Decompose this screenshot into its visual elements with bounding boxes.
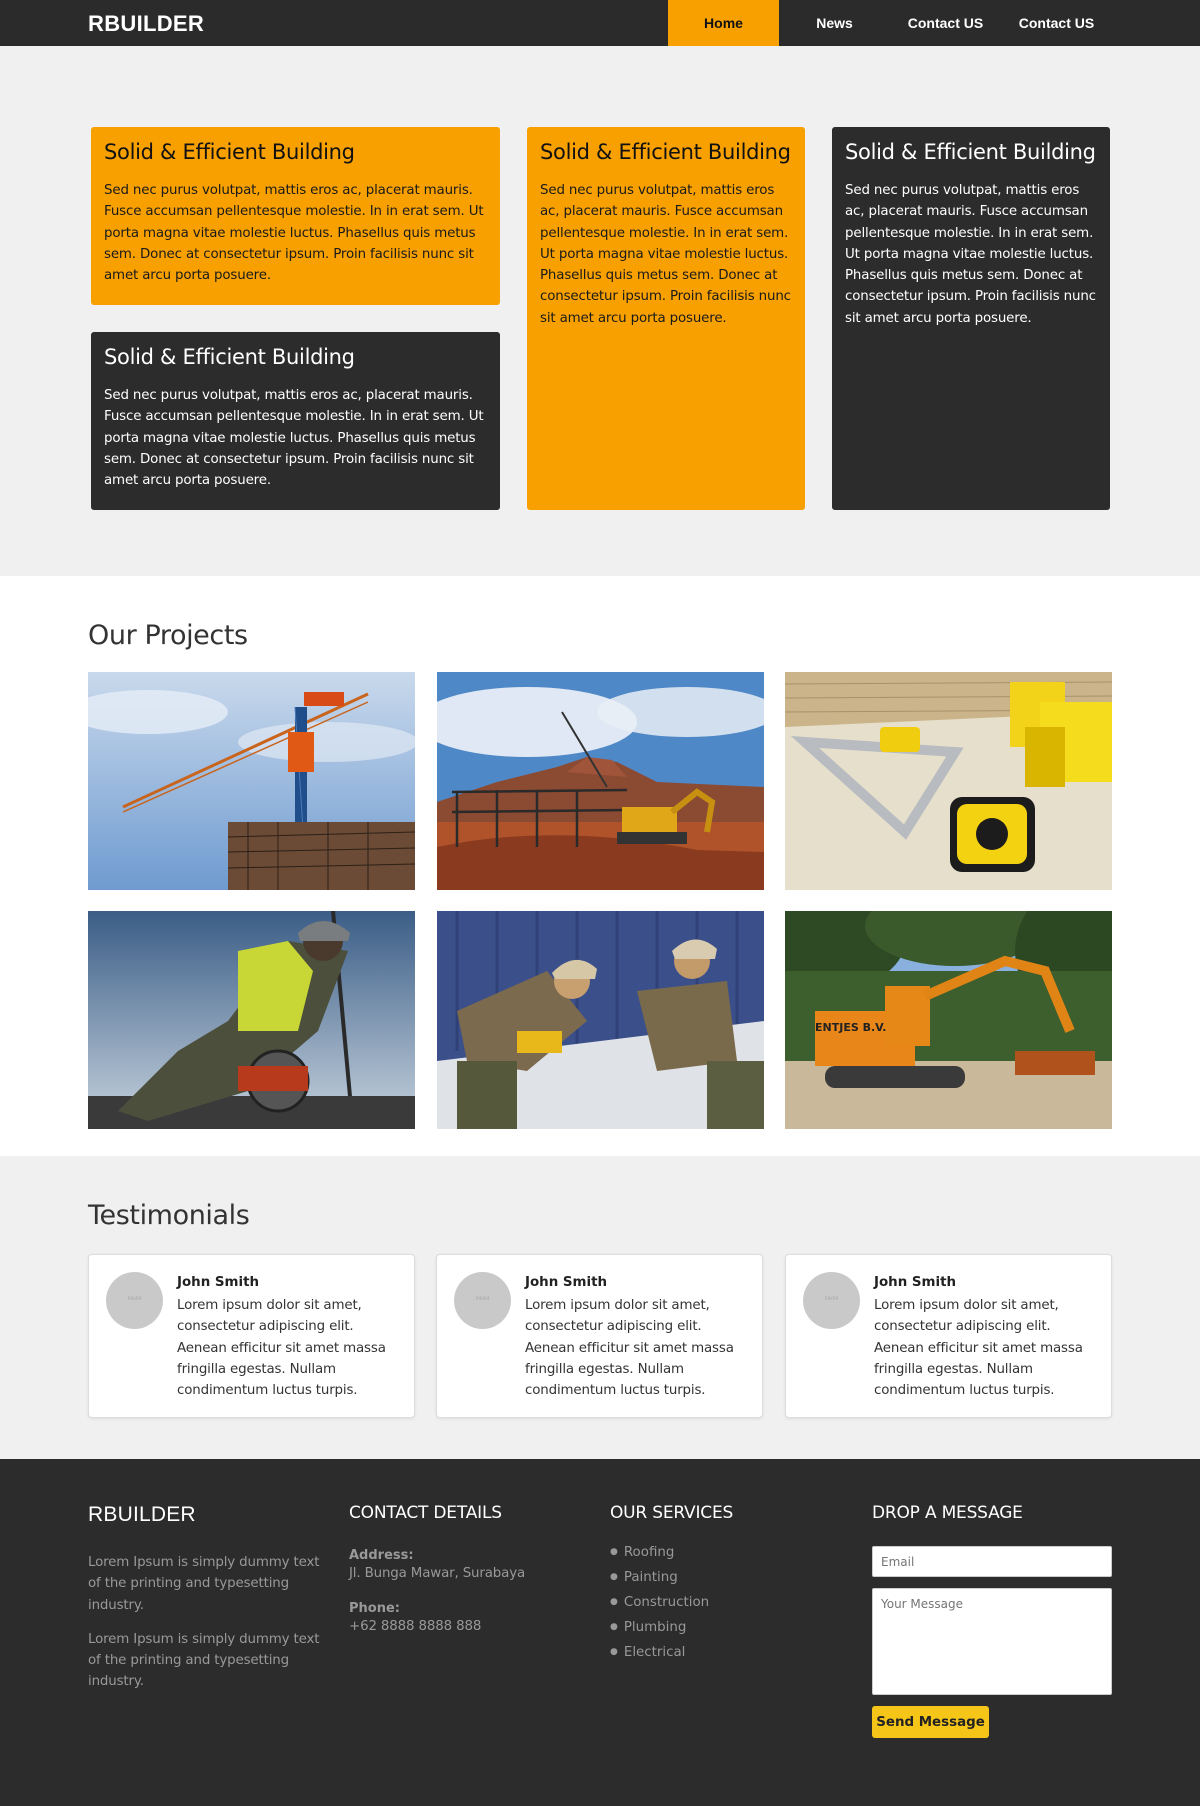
- feature-title: Solid & Efficient Building: [540, 140, 791, 164]
- project-image-workers-circular-saw[interactable]: [437, 911, 764, 1129]
- feature-box-2: Solid & Efficient Building Sed nec purus…: [91, 332, 500, 510]
- service-item-electrical[interactable]: Electrical: [610, 1640, 830, 1665]
- message-textarea[interactable]: [872, 1588, 1112, 1695]
- avatar-placeholder-text: 64x64: [127, 1296, 142, 1302]
- testimonial-name: John Smith: [525, 1275, 608, 1290]
- excavator-lettering: ENTJES B.V.: [815, 1021, 886, 1034]
- contact-heading: CONTACT DETAILS: [349, 1503, 502, 1523]
- project-image-orange-excavator[interactable]: ENTJES B.V.: [785, 911, 1112, 1129]
- nav-item-news[interactable]: News: [779, 0, 890, 46]
- feature-box-3: Solid & Efficient Building Sed nec purus…: [527, 127, 805, 510]
- feature-title: Solid & Efficient Building: [104, 140, 355, 164]
- send-message-button[interactable]: Send Message: [872, 1706, 989, 1738]
- feature-text: Sed nec purus volutpat, mattis eros ac, …: [104, 388, 484, 489]
- avatar: 64x64: [454, 1272, 511, 1329]
- address-value: Jl. Bunga Mawar, Surabaya: [349, 1566, 526, 1581]
- service-item-roofing[interactable]: Roofing: [610, 1540, 830, 1565]
- testimonial-name: John Smith: [874, 1275, 957, 1290]
- service-item-painting[interactable]: Painting: [610, 1565, 830, 1590]
- project-image-worker-cutting-saw[interactable]: [88, 911, 415, 1129]
- feature-text: Sed nec purus volutpat, mattis eros ac, …: [104, 183, 484, 284]
- feature-title: Solid & Efficient Building: [104, 345, 355, 369]
- message-heading: DROP A MESSAGE: [872, 1503, 1023, 1523]
- footer-about: RBUILDER Lorem Ipsum is simply dummy tex…: [88, 1503, 330, 1693]
- footer-services: OUR SERVICES Roofing Painting Constructi…: [610, 1503, 830, 1665]
- footer-contact: CONTACT DETAILS Address: Jl. Bunga Mawar…: [349, 1503, 579, 1638]
- projects-title: Our Projects: [88, 620, 248, 651]
- address-label: Address:: [349, 1548, 414, 1563]
- testimonial-name: John Smith: [177, 1275, 260, 1290]
- services-heading: OUR SERVICES: [610, 1503, 734, 1523]
- testimonial-card-1: 64x64 John Smith Lorem ipsum dolor sit a…: [88, 1254, 415, 1418]
- footer-logo: RBUILDER: [88, 1503, 196, 1526]
- testimonial-text: Lorem ipsum dolor sit amet, consectetur …: [177, 1298, 386, 1399]
- nav-item-home[interactable]: Home: [668, 0, 779, 46]
- testimonial-card-3: 64x64 John Smith Lorem ipsum dolor sit a…: [785, 1254, 1112, 1418]
- avatar-placeholder-text: 64x64: [475, 1296, 490, 1302]
- testimonial-text: Lorem ipsum dolor sit amet, consectetur …: [874, 1298, 1083, 1399]
- phone-label: Phone:: [349, 1601, 400, 1617]
- phone-value: +62 8888 8888 888: [349, 1619, 482, 1635]
- nav-item-contact-us-2[interactable]: Contact US: [1001, 0, 1112, 46]
- project-image-tape-measure-tools[interactable]: [785, 672, 1112, 890]
- footer-about-text: Lorem Ipsum is simply dummy text of the …: [88, 1555, 320, 1613]
- features-section: Solid & Efficient Building Sed nec purus…: [0, 46, 1200, 576]
- testimonial-text: Lorem ipsum dolor sit amet, consectetur …: [525, 1298, 734, 1399]
- email-field[interactable]: [872, 1546, 1112, 1577]
- main-menu: Home News Contact US Contact US: [668, 0, 1112, 46]
- footer-about-text: Lorem Ipsum is simply dummy text of the …: [88, 1631, 320, 1690]
- projects-section: Our Projects ENTJES B.V.: [0, 576, 1200, 1156]
- site-logo[interactable]: RBUILDER: [88, 11, 204, 37]
- testimonials-title: Testimonials: [88, 1200, 250, 1231]
- top-navbar: RBUILDER Home News Contact US Contact US: [0, 0, 1200, 46]
- service-item-plumbing[interactable]: Plumbing: [610, 1615, 830, 1640]
- project-image-excavator-desert-site[interactable]: [437, 672, 764, 890]
- project-image-tower-crane[interactable]: [88, 672, 415, 890]
- feature-text: Sed nec purus volutpat, mattis eros ac, …: [845, 183, 1096, 326]
- services-list: Roofing Painting Construction Plumbing E…: [610, 1540, 830, 1665]
- footer-message: DROP A MESSAGE Send Message: [872, 1503, 1112, 1793]
- feature-text: Sed nec purus volutpat, mattis eros ac, …: [540, 183, 791, 326]
- avatar: 64x64: [106, 1272, 163, 1329]
- feature-box-4: Solid & Efficient Building Sed nec purus…: [832, 127, 1110, 510]
- service-item-construction[interactable]: Construction: [610, 1590, 830, 1615]
- feature-box-1: Solid & Efficient Building Sed nec purus…: [91, 127, 500, 305]
- site-footer: RBUILDER Lorem Ipsum is simply dummy tex…: [0, 1459, 1200, 1806]
- avatar-placeholder-text: 64x64: [824, 1296, 839, 1302]
- feature-title: Solid & Efficient Building: [845, 140, 1096, 164]
- testimonial-card-2: 64x64 John Smith Lorem ipsum dolor sit a…: [436, 1254, 763, 1418]
- nav-item-contact-us[interactable]: Contact US: [890, 0, 1001, 46]
- avatar: 64x64: [803, 1272, 860, 1329]
- testimonials-section: Testimonials 64x64 John Smith Lorem ipsu…: [0, 1156, 1200, 1459]
